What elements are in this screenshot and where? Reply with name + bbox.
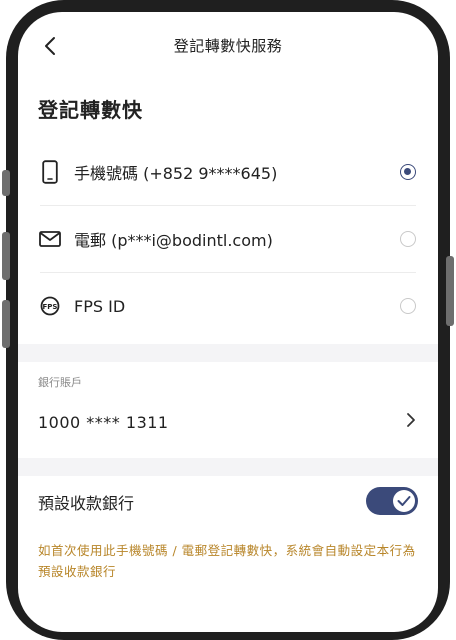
default-bank-notice: 如首次使用此手機號碼 / 電郵登記轉數快，系統會自動設定本行為預設收款銀行 (38, 543, 416, 579)
mobile-phone-icon (38, 160, 62, 184)
divider (40, 205, 416, 206)
toggle-knob (393, 490, 415, 512)
radio-unselected[interactable] (400, 298, 416, 314)
navigation-bar: 登記轉數快服務 (18, 12, 438, 78)
section-separator (18, 344, 438, 362)
default-bank-toggle[interactable] (366, 487, 418, 515)
bank-account-label: 銀行賬戶 (38, 376, 82, 389)
chevron-right-icon (406, 412, 416, 432)
default-bank-label: 預設收款銀行 (38, 494, 135, 513)
envelope-icon (38, 227, 62, 251)
chevron-left-icon (45, 37, 55, 55)
option-email[interactable]: 電郵 (p***i@bodintl.com) (18, 208, 438, 270)
phone-side-button (2, 300, 10, 348)
bank-account-row[interactable]: 1000 **** 1311 (18, 394, 438, 450)
phone-screen: 登記轉數快服務 登記轉數快 手機號碼 (+852 9****645) 電郵 (p… (18, 12, 438, 632)
fps-icon: FPS (38, 294, 62, 318)
svg-text:FPS: FPS (43, 303, 58, 311)
back-button[interactable] (40, 34, 60, 58)
phone-side-button (2, 170, 10, 196)
option-fps-id[interactable]: FPS FPS ID (18, 275, 438, 337)
default-bank-row: 預設收款銀行 (18, 482, 438, 522)
option-label: 手機號碼 (+852 9****645) (74, 164, 278, 183)
option-label: 電郵 (p***i@bodintl.com) (74, 231, 273, 250)
phone-power-button (446, 256, 454, 326)
page-title: 登記轉數快 (38, 98, 143, 122)
option-mobile[interactable]: 手機號碼 (+852 9****645) (18, 141, 438, 203)
nav-title: 登記轉數快服務 (173, 36, 283, 55)
check-icon (397, 496, 411, 506)
section-separator (18, 458, 438, 476)
phone-side-button (2, 232, 10, 280)
radio-unselected[interactable] (400, 231, 416, 247)
radio-selected[interactable] (400, 164, 416, 180)
option-label: FPS ID (74, 296, 126, 316)
bank-account-number: 1000 **** 1311 (38, 412, 169, 432)
divider (40, 272, 416, 273)
